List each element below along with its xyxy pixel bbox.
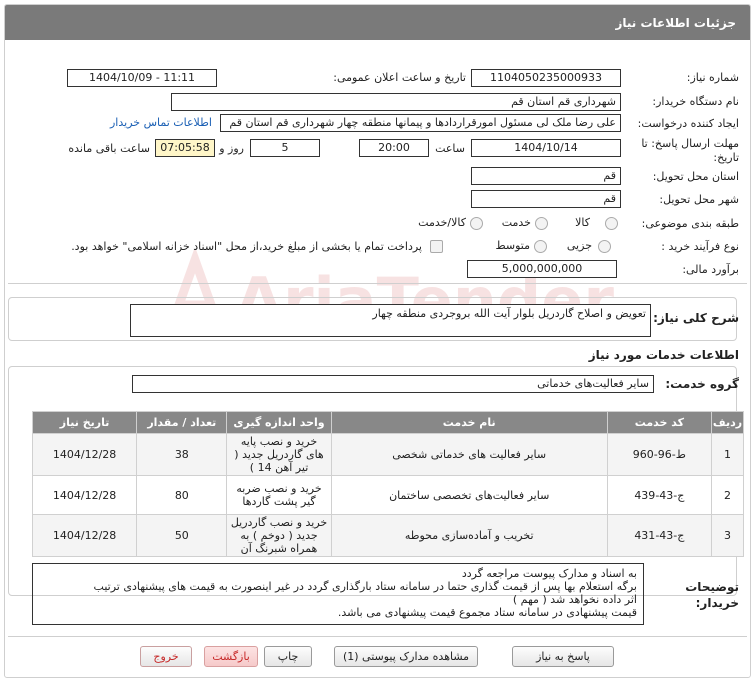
requester-field: علی رضا ملک لی مسئول امورقراردادها و پیم… [220,114,621,132]
back-button[interactable]: بازگشت [204,646,258,667]
divider [8,283,747,284]
col-date: تاریخ نیاز [31,411,138,434]
services-table: ردیف کد خدمت نام خدمت واحد اندازه گیری ت… [31,411,745,557]
summary-label: شرح کلی نیاز: [653,311,739,325]
announce-date-field: 1404/10/09 - 11:11 [67,69,217,87]
remaining-time-label: ساعت باقی مانده [68,142,150,155]
cell-code: ج-43-439 [606,475,712,515]
category-option-goods: کالا [575,216,590,229]
deadline-time-field: 20:00 [359,139,429,157]
cell-qty: 80 [136,475,228,515]
cell-name: سایر فعالیت‌های تخصصی ساختمان [330,475,608,515]
cell-name: سایر فعالیت های خدماتی شخصی [330,433,608,476]
table-row: 3 ج-43-431 تخریب و آماده‌سازی محوطه خرید… [31,514,745,557]
services-section-title: اطلاعات خدمات مورد نیاز [588,348,739,362]
cell-code: ط-96-960 [606,433,712,476]
category-radio-goods-service[interactable] [470,217,483,230]
estimate-field: 5,000,000,000 [467,260,617,278]
cell-row: 3 [710,514,745,557]
treasury-payment-note: پرداخت تمام یا بخشی از مبلغ خرید،از محل … [71,240,422,253]
col-unit: واحد اندازه گیری [226,411,332,434]
view-attachments-button[interactable]: مشاهده مدارک پیوستی (1) [334,646,478,667]
remaining-days-field: 5 [250,139,320,157]
cell-date: 1404/12/28 [31,514,138,557]
cell-row: 2 [710,475,745,515]
divider [8,636,747,637]
deadline-date-field: 1404/10/14 [471,139,621,157]
table-row: 2 ج-43-439 سایر فعالیت‌های تخصصی ساختمان… [31,475,745,515]
buyer-notes-label: توضیحات [685,580,739,594]
col-qty: تعداد / مقدار [136,411,228,434]
cell-row: 1 [710,433,745,476]
need-number-label: شماره نیاز: [686,71,739,84]
buyer-note-line: قیمت پیشنهادی در سامانه ستاد مجموع قیمت … [337,606,637,619]
process-option-medium: متوسط [495,239,530,252]
panel-title: جزئیات اطلاعات نیاز [5,5,750,40]
category-radio-goods[interactable] [605,217,618,230]
province-label: استان محل تحویل: [652,170,739,183]
cell-name: تخریب و آماده‌سازی محوطه [330,514,608,557]
buyer-contact-link[interactable]: اطلاعات تماس خریدار [110,116,212,129]
buyer-notes-box: به اسناد و مدارک پیوست مراجعه گردد برگه … [32,563,644,625]
table-row: 1 ط-96-960 سایر فعالیت های خدماتی شخصی خ… [31,433,745,476]
deadline-time-label: ساعت [435,142,465,155]
days-label: روز و [219,142,244,155]
print-button[interactable]: چاپ [264,646,312,667]
deadline-label: مهلت ارسال پاسخ: تا [641,137,739,150]
buyer-note-line: برگه استعلام بها پس از قیمت گذاری حتما د… [93,580,637,593]
treasury-payment-checkbox[interactable] [430,240,443,253]
estimate-label: برآورد مالی: [682,263,739,276]
requester-label: ایجاد کننده درخواست: [637,117,739,130]
process-option-minor: جزیی [566,239,592,252]
city-label: شهر محل تحویل: [659,193,739,206]
category-label: طبقه بندی موضوعی: [641,217,739,230]
col-code: کد خدمت [606,411,712,434]
buyer-note-line: اثر داده نخواهد شد ( مهم ) [512,593,637,606]
summary-field: تعویض و اصلاح گاردریل بلوار آیت الله برو… [130,304,651,337]
process-radio-medium[interactable] [534,240,547,253]
buyer-org-label: نام دستگاه خریدار: [652,95,739,108]
process-radio-minor[interactable] [598,240,611,253]
buyer-notes-label-2: خریدار: [695,596,739,610]
cell-code: ج-43-431 [606,514,712,557]
buyer-note-line: به اسناد و مدارک پیوست مراجعه گردد [461,567,637,580]
service-group-field: سایر فعالیت‌های خدماتی [132,375,654,393]
category-radio-service[interactable] [535,217,548,230]
province-field: قم [471,167,621,185]
remaining-time-field: 07:05:58 [155,139,215,157]
cell-unit: خرید و نصب گاردریل جدید ( دوخم ) به همرا… [226,514,332,557]
col-name: نام خدمت [330,411,608,434]
buyer-org-field: شهرداری قم استان قم [171,93,621,111]
cell-date: 1404/12/28 [31,433,138,476]
reply-button[interactable]: پاسخ به نیاز [512,646,614,667]
cell-qty: 50 [136,514,228,557]
city-field: قم [471,190,621,208]
category-option-goods-service: کالا/خدمت [418,216,466,229]
cell-unit: خرید و نصب پایه های گاردریل جدید ( تیر آ… [226,433,332,476]
col-row: ردیف [710,411,745,434]
category-option-service: خدمت [501,216,531,229]
cell-qty: 38 [136,433,228,476]
need-number-field: 1104050235000933 [471,69,621,87]
cell-unit: خرید و نصب ضربه گیر پشت گاردها [226,475,332,515]
announce-date-label: تاریخ و ساعت اعلان عمومی: [333,71,466,84]
cell-date: 1404/12/28 [31,475,138,515]
process-label: نوع فرآیند خرید : [661,240,739,253]
table-header-row: ردیف کد خدمت نام خدمت واحد اندازه گیری ت… [31,411,745,434]
deadline-label-date: تاریخ: [713,151,739,164]
exit-button[interactable]: خروج [140,646,192,667]
service-group-label: گروه خدمت: [665,377,739,391]
